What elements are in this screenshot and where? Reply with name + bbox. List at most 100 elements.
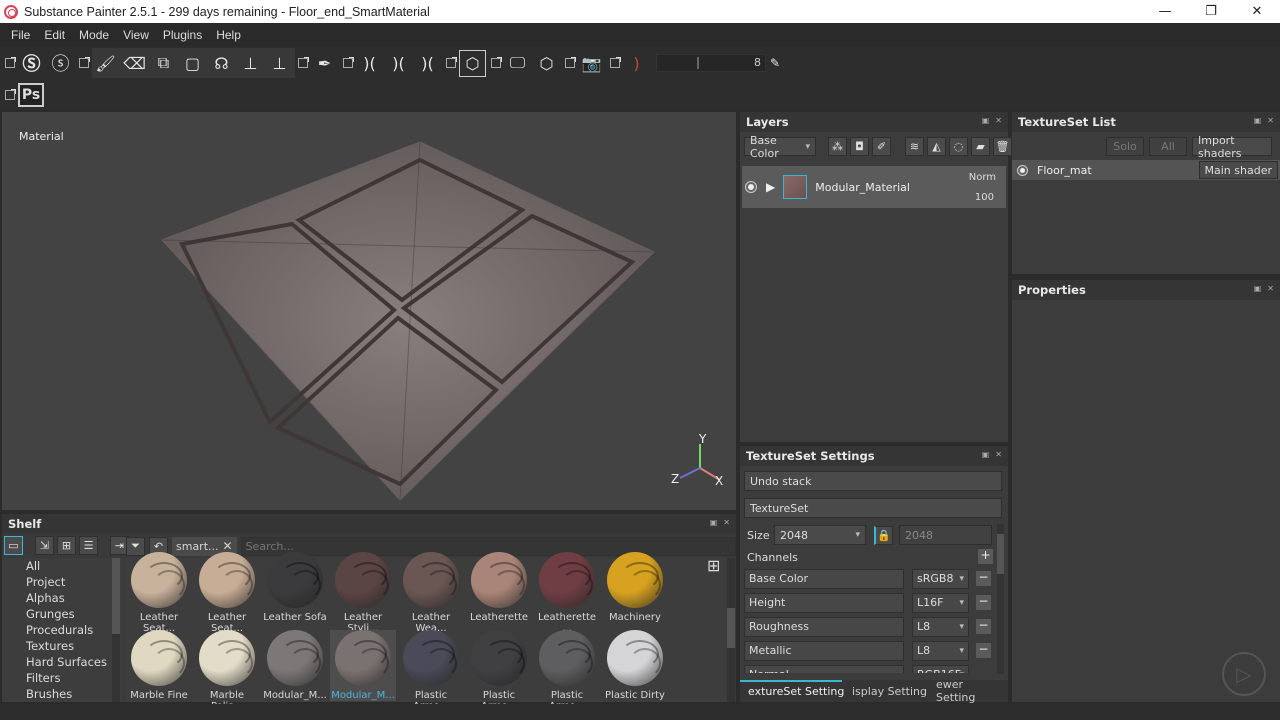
menu-edit[interactable]: Edit bbox=[37, 28, 72, 42]
shader-button[interactable]: Main shader bbox=[1198, 161, 1278, 179]
float-panel-icon[interactable]: ▣ bbox=[982, 116, 990, 125]
material-item[interactable]: Marble Fine ... bbox=[126, 630, 192, 712]
channel-format-select[interactable]: sRGB8 bbox=[912, 569, 969, 589]
solo-button[interactable]: Solo bbox=[1106, 137, 1144, 156]
category-alphas[interactable]: Alphas bbox=[2, 590, 122, 606]
size-select[interactable]: 2048 bbox=[774, 525, 866, 545]
channel-format-select[interactable]: RGB16F bbox=[912, 665, 969, 673]
add-folder-icon[interactable]: ▰ bbox=[971, 137, 990, 156]
symmetry-y-icon[interactable]: )( bbox=[414, 50, 441, 77]
material-item[interactable]: Modular_M... bbox=[262, 630, 328, 701]
channel-format-select[interactable]: L8 bbox=[912, 617, 969, 637]
add-layer-icon[interactable]: ◌ bbox=[949, 137, 968, 156]
remove-channel-button[interactable]: − bbox=[976, 643, 991, 658]
layer-blend-mode[interactable]: Norm bbox=[969, 172, 996, 183]
projection-icon[interactable]: ⧉ bbox=[150, 50, 177, 77]
material-item[interactable]: Plastic Armo... bbox=[534, 630, 600, 712]
shelf-scrollbar[interactable] bbox=[727, 558, 735, 702]
material-item[interactable]: Modular_M... bbox=[330, 630, 396, 701]
category-hard-surfaces[interactable]: Hard Surfaces bbox=[2, 654, 122, 670]
3d-viewport[interactable]: Material Y X Z bbox=[2, 112, 736, 510]
textureset-row[interactable]: Floor_mat Main shader bbox=[1012, 160, 1280, 180]
material-item[interactable]: Leather Wea... bbox=[398, 552, 464, 634]
new-folder-icon[interactable]: ⊞ bbox=[57, 536, 76, 555]
material-item[interactable]: Plastic Armo... bbox=[466, 630, 532, 712]
channel-format-select[interactable]: L16F bbox=[912, 593, 969, 613]
popout-icon[interactable] bbox=[79, 57, 90, 68]
material-item[interactable]: Machinery bbox=[602, 552, 668, 623]
tab-textureset-settings[interactable]: extureSet Setting bbox=[742, 680, 850, 702]
undo-stack-section[interactable]: Undo stack bbox=[744, 471, 1002, 491]
popout-icon[interactable] bbox=[5, 89, 16, 100]
screenshot-icon[interactable]: 📷 bbox=[578, 50, 605, 77]
popout-icon[interactable] bbox=[5, 57, 16, 68]
remove-filter-icon[interactable]: ✕ bbox=[223, 539, 233, 553]
popout-icon[interactable] bbox=[610, 57, 621, 68]
render-icon[interactable]: 🖵 bbox=[504, 50, 531, 77]
remove-channel-button[interactable]: − bbox=[976, 619, 991, 634]
popout-icon[interactable] bbox=[565, 57, 576, 68]
menu-file[interactable]: File bbox=[4, 28, 37, 42]
layer-opacity[interactable]: 100 bbox=[975, 192, 994, 203]
symmetry-icon[interactable]: )( bbox=[356, 50, 383, 77]
manage-icon[interactable]: ☰ bbox=[79, 536, 98, 555]
brush-size-slider[interactable]: 8 bbox=[656, 54, 766, 72]
category-procedurals[interactable]: Procedurals bbox=[2, 622, 122, 638]
tab-viewer-settings[interactable]: ewer Setting bbox=[930, 678, 1008, 704]
category-grunges[interactable]: Grunges bbox=[2, 606, 122, 622]
remove-channel-button[interactable]: − bbox=[976, 571, 991, 586]
minimize-button[interactable]: — bbox=[1142, 0, 1188, 23]
close-panel-icon[interactable]: ✕ bbox=[995, 116, 1002, 125]
add-channel-button[interactable]: + bbox=[978, 549, 993, 564]
material-item[interactable]: Plastic Dirty ... bbox=[602, 630, 668, 712]
delete-layer-icon[interactable]: 🗑 bbox=[993, 137, 1012, 156]
material-item[interactable]: Marble Polis... bbox=[194, 630, 260, 712]
float-panel-icon[interactable]: ▣ bbox=[982, 450, 990, 459]
float-panel-icon[interactable]: ▣ bbox=[710, 518, 718, 527]
clone-icon[interactable]: ⊥ bbox=[237, 50, 264, 77]
material-item[interactable]: Leatherette bbox=[466, 552, 532, 623]
symmetry-x-icon[interactable]: )( bbox=[385, 50, 412, 77]
textureset-visibility-icon[interactable] bbox=[1018, 165, 1027, 175]
material-item[interactable]: Leather Styli... bbox=[330, 552, 396, 634]
add-effect-icon[interactable]: ⁂ bbox=[828, 137, 847, 156]
remove-channel-button[interactable]: − bbox=[976, 595, 991, 610]
smudge-icon[interactable]: ☊ bbox=[208, 50, 235, 77]
add-paint-layer-icon[interactable]: ◭ bbox=[927, 137, 946, 156]
import-resource-icon[interactable]: ⇲ bbox=[35, 536, 54, 555]
3d-view-icon[interactable]: ⬡ bbox=[533, 50, 560, 77]
close-button[interactable]: ✕ bbox=[1234, 0, 1280, 23]
tab-display-settings[interactable]: isplay Setting bbox=[846, 680, 933, 702]
popout-icon[interactable] bbox=[343, 57, 354, 68]
category-filters[interactable]: Filters bbox=[2, 670, 122, 686]
channel-format-select[interactable]: L8 bbox=[912, 641, 969, 661]
edit-pencil-icon[interactable]: ✎ bbox=[766, 50, 784, 77]
ray-icon[interactable]: ) bbox=[623, 50, 650, 77]
category-all[interactable]: All bbox=[2, 558, 122, 574]
categories-scrollbar[interactable] bbox=[112, 558, 120, 702]
visibility-toggle-icon[interactable] bbox=[746, 182, 756, 192]
grid-view-icon[interactable]: ⊞ bbox=[707, 556, 720, 575]
float-panel-icon[interactable]: ▣ bbox=[1254, 116, 1262, 125]
material-item[interactable]: Leatherette ... bbox=[534, 552, 600, 634]
material-item[interactable]: Leather Seat... bbox=[126, 552, 192, 634]
category-textures[interactable]: Textures bbox=[2, 638, 122, 654]
category-project[interactable]: Project bbox=[2, 574, 122, 590]
popout-icon[interactable] bbox=[298, 57, 309, 68]
material-item[interactable]: Leather Sofa bbox=[262, 552, 328, 623]
paint-brush-icon[interactable]: 🖌 bbox=[92, 50, 119, 77]
substance-share-icon[interactable]: Ⓢ bbox=[18, 50, 45, 77]
popout-icon[interactable] bbox=[446, 57, 457, 68]
menu-view[interactable]: View bbox=[116, 28, 156, 42]
add-fill-layer-icon[interactable]: ≋ bbox=[905, 137, 924, 156]
substance-source-icon[interactable]: ⓢ bbox=[47, 50, 74, 77]
close-panel-icon[interactable]: ✕ bbox=[1267, 116, 1274, 125]
popout-icon[interactable] bbox=[491, 57, 502, 68]
folder-view-icon[interactable]: ▭ bbox=[4, 536, 23, 555]
polygon-fill-icon[interactable]: ▢ bbox=[179, 50, 206, 77]
camera-view-icon[interactable]: ⬡ bbox=[459, 49, 486, 77]
paint-effect-icon[interactable]: ✐ bbox=[872, 137, 891, 156]
menu-plugins[interactable]: Plugins bbox=[156, 28, 209, 42]
textureset-section[interactable]: TextureSet bbox=[744, 498, 1002, 518]
pen-icon[interactable]: ✒ bbox=[311, 50, 338, 77]
